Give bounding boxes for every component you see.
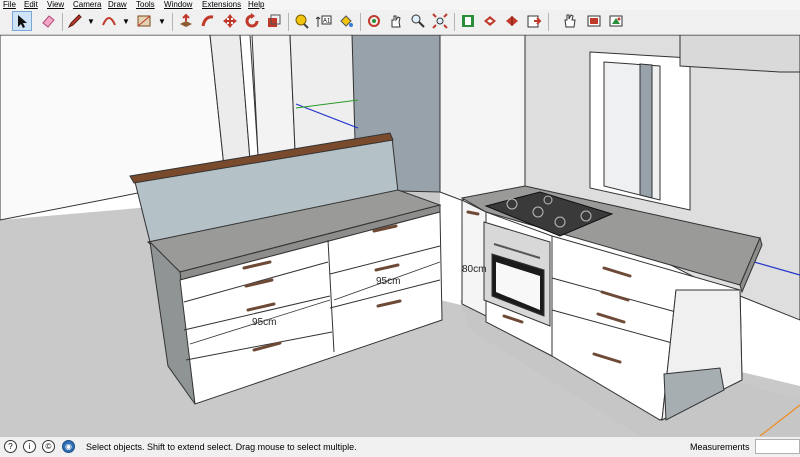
menu-bar: File Edit View Camera Draw Tools Window … [0,0,800,10]
pencil-icon[interactable] [65,11,85,31]
scale-icon[interactable] [264,11,284,31]
dimension-icon[interactable]: A1 [314,11,334,31]
credits-icon[interactable]: © [42,440,55,453]
measurements-input[interactable] [755,439,800,454]
svg-text:A1: A1 [323,19,331,25]
hall-opening [289,35,356,151]
help-icon[interactable]: ? [4,440,17,453]
eraser-icon[interactable] [38,11,58,31]
select-icon[interactable] [12,11,32,31]
toolbar-separator [62,13,63,31]
dim-label-mid: 95cm [376,276,400,287]
zoom-icon[interactable] [408,11,428,31]
chevron-down-icon[interactable]: ▼ [158,17,166,26]
toolbar-separator [360,13,361,31]
arc-icon[interactable] [99,11,119,31]
chevron-down-icon[interactable]: ▼ [87,17,95,26]
push-pull-icon[interactable] [176,11,196,31]
menu-tools[interactable]: Tools [136,0,155,10]
geo-location-icon[interactable]: ◉ [62,440,75,453]
dim-label-side: 80cm [462,264,486,275]
status-bar: ? i © ◉ Select objects. Shift to extend … [0,436,800,457]
toolbar: ▼ ▼ ▼ A1 [0,10,800,35]
toolbar-separator [288,13,289,31]
menu-view[interactable]: View [47,0,64,10]
extension-warehouse-icon[interactable] [480,11,500,31]
pan-icon[interactable] [386,11,406,31]
paint-bucket-icon[interactable] [336,11,356,31]
menu-extensions[interactable]: Extensions [202,0,241,10]
toolbar-separator [172,13,173,31]
chevron-down-icon[interactable]: ▼ [122,17,130,26]
styles-icon[interactable] [606,11,626,31]
menu-draw[interactable]: Draw [108,0,127,10]
menu-window[interactable]: Window [164,0,192,10]
status-text: Select objects. Shift to extend select. … [86,442,357,452]
rectangle-icon[interactable] [134,11,154,31]
menu-camera[interactable]: Camera [73,0,101,10]
warehouse-icon[interactable] [458,11,478,31]
send-to-layout-icon[interactable] [524,11,544,31]
rotate-icon[interactable] [242,11,262,31]
toolbar-separator [548,13,549,31]
move-icon[interactable] [220,11,240,31]
layer-icon[interactable] [584,11,604,31]
measurements-label: Measurements [690,442,750,452]
share-model-icon[interactable] [502,11,522,31]
tape-measure-icon[interactable] [292,11,312,31]
menu-help[interactable]: Help [248,0,264,10]
follow-me-icon[interactable] [198,11,218,31]
right-wall [439,35,526,201]
toolbar-separator [454,13,455,31]
menu-file[interactable]: File [3,0,16,10]
range-hood [679,35,800,73]
model-viewport[interactable]: 95cm 95cm 80cm [0,35,800,436]
hand-icon[interactable] [560,11,580,31]
window-jamb [639,63,653,199]
menu-edit[interactable]: Edit [24,0,38,10]
orbit-icon[interactable] [364,11,384,31]
info-icon[interactable]: i [23,440,36,453]
dim-label-left: 95cm [252,317,276,328]
kitchen-scene: 95cm 95cm 80cm [0,35,800,436]
counter-left-panel [461,199,487,317]
middle-wall [251,35,296,156]
zoom-extents-icon[interactable] [430,11,450,31]
